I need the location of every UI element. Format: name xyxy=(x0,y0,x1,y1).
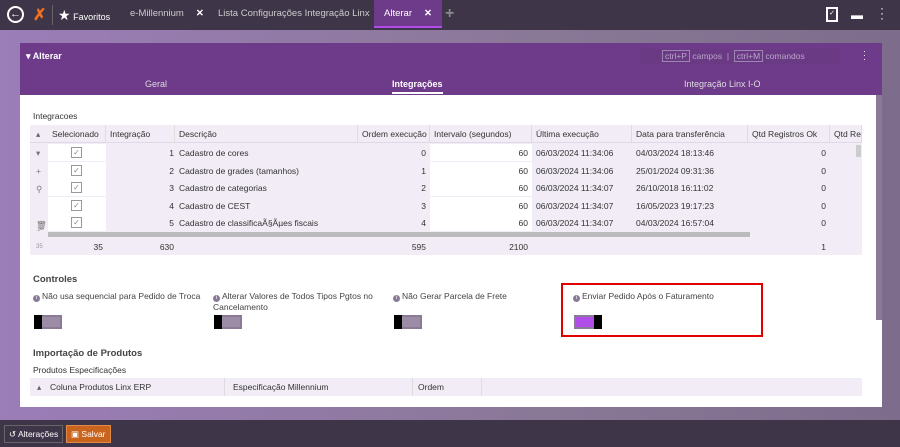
shortcut-hint: ctrl+P campos | ctrl+M comandos xyxy=(640,49,840,65)
top-bar: ← ✗ ★ Favoritos e-Millennium ✕ Lista Conf… xyxy=(0,0,900,30)
info-icon[interactable]: i xyxy=(393,295,400,302)
close-icon[interactable]: ✕ xyxy=(196,8,204,19)
control-label: i Não Gerar Parcela de Frete xyxy=(393,291,563,302)
selected-checkbox[interactable]: ✓ xyxy=(71,199,82,211)
control-label: i Não usa sequencial para Pedido de Troca xyxy=(33,291,203,302)
sort-icon[interactable]: ▴ xyxy=(36,125,40,143)
vertical-scrollbar[interactable] xyxy=(856,145,861,157)
close-icon[interactable]: ✕ xyxy=(424,8,432,19)
tab-alterar[interactable]: Alterar ✕ xyxy=(374,0,442,28)
table-row[interactable]: ✓ 3 Cadastro de categorias 2 60 06/03/20… xyxy=(30,179,862,196)
table-row[interactable]: ✓ 1 Cadastro de cores 0 60 06/03/2024 11… xyxy=(30,144,862,161)
tab-integracao-linx-io[interactable]: Integração Linx I-O xyxy=(684,79,761,89)
panel-menu-icon[interactable]: · · · xyxy=(863,47,866,64)
controles-title: Controles xyxy=(33,274,78,285)
selected-checkbox[interactable]: ✓ xyxy=(71,217,82,228)
column-header[interactable]: Qtd Registros Ok xyxy=(752,125,830,143)
tab-geral[interactable]: Geral xyxy=(145,79,167,89)
chat-icon[interactable]: ▬ xyxy=(851,8,863,22)
toggle-switch[interactable] xyxy=(34,315,62,329)
column-header[interactable]: Descrição xyxy=(179,125,358,143)
especificacoes-grid: ▴ Coluna Produtos Linx ERP Especificação… xyxy=(30,378,862,407)
info-icon[interactable]: i xyxy=(213,295,220,302)
history-icon: ↺ xyxy=(9,429,17,439)
column-header[interactable]: Última execução xyxy=(536,125,632,143)
more-icon[interactable]: · · · xyxy=(880,2,884,24)
control-label: i Alterar Valores de Todos Tipos Pgtos no… xyxy=(213,291,373,312)
horizontal-scrollbar[interactable] xyxy=(48,232,750,237)
toggle-switch[interactable] xyxy=(214,315,242,329)
star-icon: ★ xyxy=(58,7,71,23)
selected-checkbox[interactable]: ✓ xyxy=(71,147,82,158)
add-tab-button[interactable]: + xyxy=(445,5,454,23)
sort-icon[interactable]: ▴ xyxy=(37,378,41,396)
save-icon: ▣ xyxy=(71,429,80,439)
produtos-especificacoes-label: Produtos Especificações xyxy=(33,365,127,375)
logo-icon[interactable]: ✗ xyxy=(33,5,46,25)
table-row[interactable]: ✓ 5 Cadastro de classificaÃ§Ãµes fiscais… xyxy=(30,214,862,231)
col-especificacao[interactable]: Especificação Millennium xyxy=(233,378,413,396)
selected-checkbox[interactable]: ✓ xyxy=(71,164,82,176)
column-header[interactable]: Data para transferência xyxy=(636,125,748,143)
info-icon[interactable]: i xyxy=(33,295,40,302)
col-coluna-produtos[interactable]: Coluna Produtos Linx ERP xyxy=(50,378,225,396)
totals-row: 35 35 630 595 2100 1 xyxy=(36,242,826,252)
col-ordem[interactable]: Ordem xyxy=(418,378,482,396)
highlight-box xyxy=(561,283,763,337)
save-button[interactable]: ▣ Salvar xyxy=(66,425,111,443)
selected-checkbox[interactable]: ✓ xyxy=(71,182,82,193)
tab-integracoes[interactable]: Integrações xyxy=(392,79,443,94)
panel-scrollbar[interactable] xyxy=(876,95,882,320)
toggle-switch[interactable] xyxy=(394,315,422,329)
table-row[interactable]: ✓ 4 Cadastro de CEST 3 60 06/03/2024 11:… xyxy=(30,196,862,214)
column-header[interactable]: Intervalo (segundos) xyxy=(434,125,532,143)
changes-button[interactable]: ↺ Alterações xyxy=(4,425,64,443)
column-header[interactable]: Qtd Reg xyxy=(834,125,862,143)
table-row[interactable]: ✓ 2 Cadastro de grades (tamanhos) 1 60 0… xyxy=(30,161,862,179)
back-icon[interactable]: ← xyxy=(7,6,24,23)
panel-title[interactable]: ▾ Alterar xyxy=(26,51,62,62)
clipboard-icon[interactable]: ✓ xyxy=(826,7,838,22)
tab-e-millennium[interactable]: e-Millennium ✕ xyxy=(130,0,204,28)
integracoes-grid: Selecionado Integração Descrição Ordem exec… xyxy=(30,125,862,255)
column-header[interactable]: Ordem execução xyxy=(362,125,430,143)
favorites-button[interactable]: ★ Favoritos xyxy=(58,7,110,24)
importacao-title: Importação de Produtos xyxy=(33,348,143,359)
panel-header: ▾ Alterar ctrl+P campos | ctrl+M comando… xyxy=(20,43,882,95)
column-header[interactable]: Selecionado xyxy=(52,125,106,143)
integracoes-label: Integracoes xyxy=(33,111,78,121)
tab-lista-configuracoes[interactable]: Lista Configurações Integração Linx✕ xyxy=(218,0,390,28)
bottom-bar: ↺ Alterações ▣ Salvar xyxy=(0,420,900,447)
column-header[interactable]: Integração xyxy=(110,125,175,143)
